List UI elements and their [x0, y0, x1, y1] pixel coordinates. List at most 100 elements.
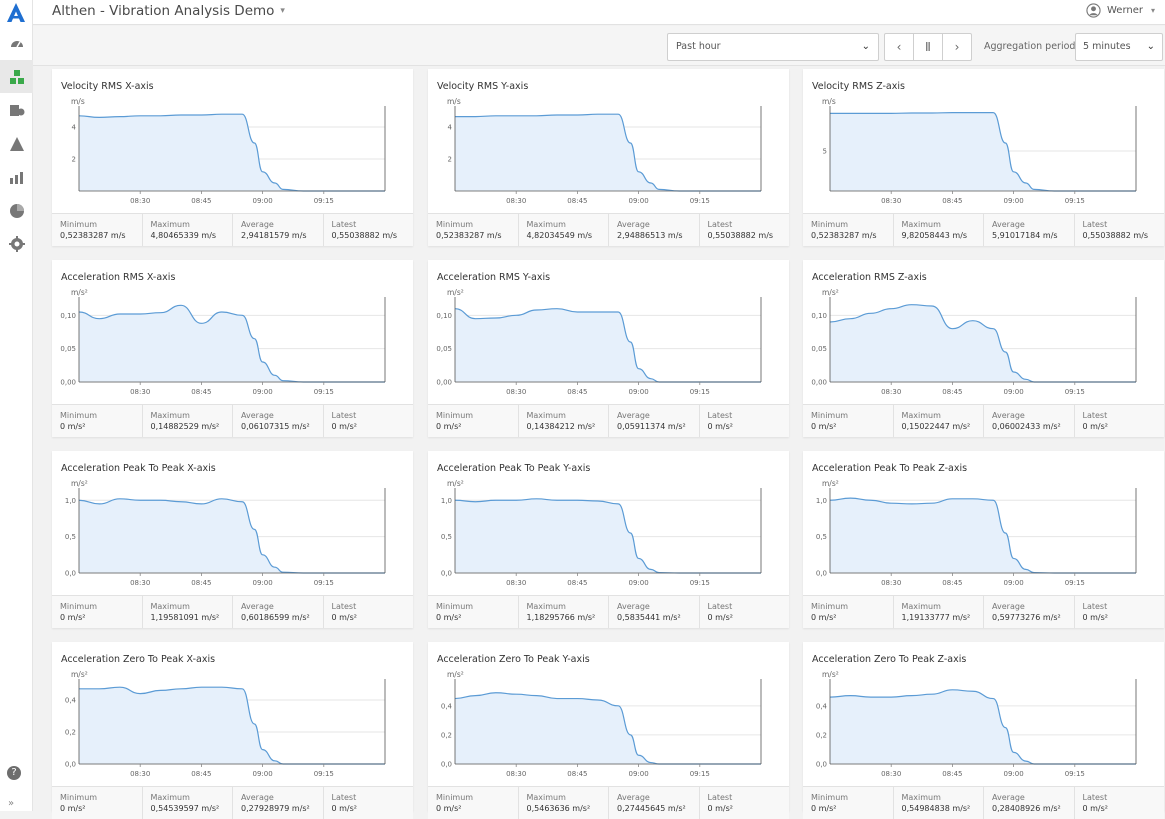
chart-card-acceleration-peak-to-peak-x-axis[interactable]: Acceleration Peak To Peak X-axis m/s² 0,0 0…	[52, 451, 413, 628]
aggregation-select[interactable]: 5 minutes ⌄	[1075, 33, 1163, 61]
y-tick-label: 0,0	[65, 761, 76, 769]
y-tick-label: 0,10	[60, 312, 76, 320]
stat-label: Maximum	[526, 220, 566, 229]
chart-card-velocity-rms-y-axis[interactable]: Velocity RMS Y-axis m/s 2 4 08:30 08:45 09:00 0…	[428, 69, 789, 246]
chevron-down-icon: ▾	[1150, 6, 1155, 15]
area-chart: m/s 2 4 08:30 08:45 09:00 09:15	[447, 97, 762, 205]
stat-value: 0,14384212 m/s²	[526, 422, 596, 431]
series-area	[455, 114, 761, 191]
y-tick-label: 0,4	[441, 702, 453, 710]
expand-sidebar-icon[interactable]: »	[8, 798, 14, 809]
chart-card-acceleration-zero-to-peak-z-axis[interactable]: Acceleration Zero To Peak Z-axis m/s² 0,0 0…	[803, 642, 1164, 819]
x-tick-label: 08:30	[881, 579, 901, 587]
x-tick-label: 08:30	[881, 770, 901, 778]
stats-row: Minimum 0 m/s² Maximum 0,54984838 m/s² Avera…	[803, 786, 1164, 819]
sidebar-item-dashboard[interactable]	[0, 27, 33, 60]
sidebar-item-widgets[interactable]	[0, 60, 33, 93]
area-chart: m/s² 0,0 0,2 0,4 08:30 08:45 09:00 09:15	[816, 670, 1137, 778]
y-tick-label: 0,0	[441, 570, 452, 578]
time-range-select[interactable]: Past hour ⌄	[667, 33, 879, 61]
x-tick-label: 08:30	[881, 388, 901, 396]
settings-gear-icon	[8, 235, 25, 252]
x-tick-label: 08:45	[567, 388, 587, 396]
stats-row: Minimum 0 m/s² Maximum 1,18295766 m/s² Avera…	[428, 595, 789, 628]
stat-label: Minimum	[60, 793, 98, 802]
help-icon[interactable]: ?	[7, 766, 21, 780]
chart-card-acceleration-zero-to-peak-x-axis[interactable]: Acceleration Zero To Peak X-axis m/s² 0,0 0…	[52, 642, 413, 819]
sidebar-item-settings[interactable]	[0, 227, 33, 260]
chart-card-velocity-rms-z-axis[interactable]: Velocity RMS Z-axis m/s 5 08:30 08:45 09:00 09…	[803, 69, 1164, 246]
stat-label: Maximum	[901, 220, 941, 229]
stat-min: Minimum 0 m/s²	[803, 787, 894, 819]
y-tick-label: 0,2	[816, 731, 827, 739]
stat-min: Minimum 0,52383287 m/s	[803, 214, 894, 246]
chart-card-acceleration-rms-z-axis[interactable]: Acceleration RMS Z-axis m/s² 0,00 0,05 0,10 0…	[803, 260, 1164, 437]
chart-card-velocity-rms-x-axis[interactable]: Velocity RMS X-axis m/s 2 4 08:30 08:45 09:00 0…	[52, 69, 413, 246]
sidebar: ? »	[0, 0, 33, 811]
chart-card-acceleration-peak-to-peak-z-axis[interactable]: Acceleration Peak To Peak Z-axis m/s² 0,0 0…	[803, 451, 1164, 628]
stat-value: 0,55038882 m/s	[1082, 231, 1149, 240]
stat-value: 0 m/s²	[707, 804, 734, 813]
stat-max: Maximum 4,80465339 m/s	[143, 214, 233, 246]
y-tick-label: 0,10	[811, 312, 827, 320]
y-tick-label: 0,2	[441, 731, 452, 739]
x-tick-label: 09:00	[1004, 197, 1024, 205]
x-tick-label: 09:00	[253, 197, 273, 205]
stats-row: Minimum 0 m/s² Maximum 0,15022447 m/s² Avera…	[803, 404, 1164, 437]
reports-pie-icon	[9, 203, 24, 218]
x-tick-label: 09:00	[253, 579, 273, 587]
series-area	[79, 687, 385, 764]
chart-card-acceleration-zero-to-peak-y-axis[interactable]: Acceleration Zero To Peak Y-axis m/s² 0,0 0…	[428, 642, 789, 819]
stat-label: Latest	[331, 602, 357, 611]
aggregation-label: Aggregation period:	[984, 41, 1079, 52]
stat-value: 0,06002433 m/s²	[992, 422, 1061, 431]
y-tick-label: 0,0	[816, 570, 827, 578]
stat-label: Latest	[331, 411, 357, 420]
area-chart: m/s 5 08:30 08:45 09:00 09:15	[822, 97, 1137, 205]
x-tick-label: 08:45	[191, 197, 211, 205]
y-tick-label: 0,0	[65, 570, 76, 578]
stat-value: 0,59773276 m/s²	[992, 613, 1061, 622]
x-tick-label: 08:30	[881, 197, 901, 205]
chart-card-acceleration-rms-x-axis[interactable]: Acceleration RMS X-axis m/s² 0,00 0,05 0,10 0…	[52, 260, 413, 437]
x-tick-label: 08:30	[506, 388, 526, 396]
stat-label: Minimum	[811, 411, 849, 420]
stat-latest: Latest 0 m/s²	[324, 596, 414, 628]
chart-card-acceleration-peak-to-peak-y-axis[interactable]: Acceleration Peak To Peak Y-axis m/s² 0,0 0…	[428, 451, 789, 628]
user-menu[interactable]: Werner ▾	[1086, 3, 1155, 18]
stat-label: Maximum	[150, 602, 190, 611]
sidebar-item-analytics[interactable]	[0, 160, 33, 193]
stat-label: Average	[241, 411, 274, 420]
sidebar-item-alarms[interactable]	[0, 127, 33, 160]
chart-card-acceleration-rms-y-axis[interactable]: Acceleration RMS Y-axis m/s² 0,00 0,05 0,10 0…	[428, 260, 789, 437]
stat-value: 0 m/s²	[707, 422, 734, 431]
stat-max: Maximum 1,19133777 m/s²	[894, 596, 984, 628]
previous-period-button[interactable]: ‹	[884, 33, 914, 61]
stat-max: Maximum 0,54984838 m/s²	[894, 787, 984, 819]
stat-value: 0 m/s²	[1082, 422, 1109, 431]
stat-max: Maximum 0,15022447 m/s²	[894, 405, 984, 437]
x-tick-label: 09:00	[1004, 579, 1024, 587]
y-tick-label: 0,2	[65, 729, 76, 737]
pause-button[interactable]: Ⅱ	[913, 33, 943, 61]
x-tick-label: 08:45	[942, 579, 962, 587]
stat-label: Latest	[331, 793, 357, 802]
y-unit-label: m/s²	[447, 670, 464, 679]
stat-value: 0,54539597 m/s²	[150, 804, 220, 813]
dashboard-title[interactable]: Althen - Vibration Analysis Demo ▾	[52, 3, 285, 19]
stat-value: 0 m/s²	[331, 422, 358, 431]
next-period-button[interactable]: ›	[942, 33, 972, 61]
sidebar-item-reports[interactable]	[0, 194, 33, 227]
stat-min: Minimum 0 m/s²	[428, 405, 519, 437]
althen-logo-icon[interactable]	[5, 2, 27, 24]
stat-label: Maximum	[150, 411, 190, 420]
stat-avg: Average 0,27445645 m/s²	[609, 787, 700, 819]
stat-label: Average	[617, 793, 650, 802]
stat-latest: Latest 0,55038882 m/s	[324, 214, 414, 246]
stat-avg: Average 2,94886513 m/s	[609, 214, 700, 246]
sidebar-item-devices[interactable]	[0, 93, 33, 126]
x-tick-label: 09:15	[690, 197, 710, 205]
y-tick-label: 4	[448, 124, 453, 132]
stats-row: Minimum 0 m/s² Maximum 0,14384212 m/s² Avera…	[428, 404, 789, 437]
stat-label: Latest	[1082, 602, 1108, 611]
